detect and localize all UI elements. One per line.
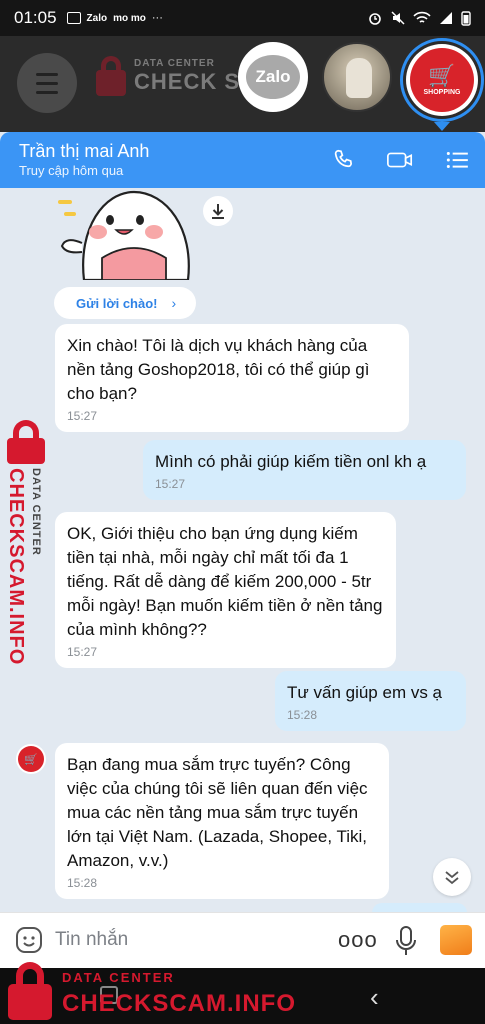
chat-head-contact-photo[interactable]	[322, 42, 392, 112]
message-outgoing[interactable]: Tư vấn giúp em vs ạ 15:28	[275, 671, 466, 731]
back-icon[interactable]: ‹	[370, 982, 379, 1013]
message-outgoing-partial[interactable]	[372, 903, 467, 912]
download-icon	[212, 204, 224, 219]
message-time: 15:27	[67, 645, 98, 659]
status-time: 01:05	[14, 8, 57, 27]
watermark-bottom-big: CHECKSCAM.INFO	[62, 990, 296, 1017]
chat-body[interactable]: Gửi lời chào! › Xin chào! Tôi là dịch vụ…	[0, 188, 485, 912]
voice-call-button[interactable]	[330, 146, 358, 174]
menu-button[interactable]	[17, 53, 77, 113]
message-text: Bạn đang mua sắm trực tuyến? Công việc c…	[67, 755, 368, 870]
scroll-to-bottom-button[interactable]	[433, 858, 471, 896]
shopping-logo-label: SHOPPING	[423, 88, 461, 96]
chat-options-button[interactable]	[443, 146, 471, 174]
message-text: Mình có phải giúp kiếm tiền onl kh ạ	[155, 452, 427, 471]
last-seen-status: Truy cập hôm qua	[19, 163, 124, 178]
mic-icon[interactable]	[393, 925, 419, 957]
momo-notif-icon: mo mo	[113, 12, 146, 24]
notification-icons: Zalo mo mo ···	[66, 12, 163, 24]
sender-avatar[interactable]: 🛒	[16, 744, 46, 774]
battery-icon	[461, 11, 471, 26]
video-call-button[interactable]	[386, 146, 414, 174]
message-text: Tư vấn giúp em vs ạ	[287, 683, 443, 702]
cart-icon: 🛒	[428, 62, 456, 88]
message-time: 15:28	[67, 876, 98, 890]
lock-logo-icon	[4, 420, 48, 464]
gallery-icon	[66, 12, 81, 24]
shopping-avatar-icon: 🛒	[18, 746, 44, 772]
message-input[interactable]: Tin nhắn	[55, 929, 128, 951]
alarm-icon	[369, 13, 381, 25]
message-text: OK, Giới thiệu cho bạn ứng dụng kiếm tiề…	[67, 524, 383, 639]
chevron-right-icon: ›	[171, 295, 177, 311]
message-outgoing[interactable]: Mình có phải giúp kiếm tiền onl kh ạ 15:…	[143, 440, 466, 500]
chat-head-pointer	[434, 122, 450, 131]
emoji-icon[interactable]	[14, 925, 44, 955]
greeting-sticker[interactable]	[54, 188, 204, 280]
message-text: Xin chào! Tôi là dịch vụ khách hàng của …	[67, 336, 370, 403]
image-icon[interactable]	[440, 925, 472, 955]
lock-logo-icon	[8, 962, 52, 1020]
watermark-top: DATA CENTER CHECK SC	[96, 56, 257, 96]
lock-logo-icon	[96, 56, 126, 96]
watermark-side-small: DATA CENTER	[30, 468, 42, 556]
message-time: 15:27	[67, 409, 98, 423]
chat-head-shopping[interactable]: 🛒 SHOPPING	[406, 44, 478, 116]
zalo-notif-icon: Zalo	[86, 12, 108, 24]
watermark-bottom-small: DATA CENTER	[62, 970, 175, 985]
phone-icon	[334, 149, 353, 168]
menu-icon	[36, 70, 58, 97]
zalo-logo-icon: Zalo	[246, 55, 300, 99]
contact-photo-image	[346, 58, 372, 98]
message-incoming[interactable]: OK, Giới thiệu cho bạn ứng dụng kiếm tiề…	[55, 512, 396, 668]
chat-header: Trần thị mai Anh Truy cập hôm qua	[0, 132, 485, 188]
chevron-down-double-icon	[445, 871, 459, 885]
watermark-side: CHECKSCAM.INFO DATA CENTER	[0, 420, 56, 665]
send-greeting-chip[interactable]: Gửi lời chào! ›	[54, 287, 196, 319]
shopping-logo-icon: 🛒 SHOPPING	[410, 48, 474, 112]
message-time: 15:28	[287, 708, 318, 722]
chat-head-zalo[interactable]: Zalo	[238, 42, 308, 112]
list-menu-icon	[446, 151, 468, 169]
watermark-bottom: DATA CENTER CHECKSCAM.INFO	[4, 960, 304, 1024]
watermark-side-big: CHECKSCAM.INFO	[5, 468, 27, 666]
message-incoming[interactable]: Xin chào! Tôi là dịch vụ khách hàng của …	[55, 324, 409, 432]
wifi-icon	[413, 11, 431, 23]
signal-icon	[440, 12, 452, 24]
contact-name[interactable]: Trần thị mai Anh	[19, 141, 149, 162]
more-options-icon[interactable]: ooo	[338, 927, 378, 953]
video-call-icon	[387, 152, 413, 168]
send-greeting-label: Gửi lời chào!	[76, 295, 158, 311]
status-bar: 01:05 Zalo mo mo ···	[0, 0, 485, 36]
message-time: 15:27	[155, 477, 186, 491]
sticker-download-button[interactable]	[203, 196, 233, 226]
more-notif-icon: ···	[151, 12, 163, 24]
system-icons	[367, 10, 471, 26]
message-incoming[interactable]: Bạn đang mua sắm trực tuyến? Công việc c…	[55, 743, 389, 899]
mute-icon	[391, 11, 405, 25]
